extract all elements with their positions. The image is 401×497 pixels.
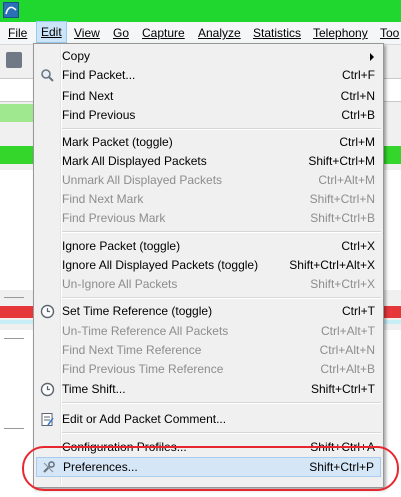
menu-item-unignore-all[interactable]: Un-Ignore All Packets Shift+Ctrl+X [36,275,381,294]
menu-statistics[interactable]: Statistics [249,22,305,44]
menu-item-label: Ignore All Displayed Packets (toggle) [62,258,259,272]
menu-item-shortcut: Ctrl+T [342,304,375,318]
menu-separator [62,297,381,299]
menu-item-ignore-all-displayed[interactable]: Ignore All Displayed Packets (toggle) Sh… [36,256,381,275]
menu-item-label: Find Next Mark [62,192,144,206]
edit-menu-dropdown: Copy Find Packet... Ctrl+F Find Next Ctr… [33,43,384,488]
search-icon [40,68,55,83]
menu-item-shortcut: Ctrl+Alt+N [319,343,375,357]
menu-analyze[interactable]: Analyze [194,22,245,44]
menu-view[interactable]: View [70,22,104,44]
menu-item-mark-packet[interactable]: Mark Packet (toggle) Ctrl+M [36,133,381,152]
submenu-arrow-icon [370,53,374,61]
menu-item-shortcut: Shift+Ctrl+M [308,154,375,168]
menu-item-label: Find Previous Mark [62,211,166,225]
clock-icon [40,382,55,397]
menu-separator [62,231,381,233]
menu-item-copy[interactable]: Copy [36,47,381,66]
menu-item-shortcut: Ctrl+N [340,89,375,103]
menu-item-find-next[interactable]: Find Next Ctrl+N [36,87,381,106]
menu-item-find-previous[interactable]: Find Previous Ctrl+B [36,106,381,125]
menu-separator [62,402,381,404]
menu-capture[interactable]: Capture [138,22,189,44]
menu-item-label: Find Previous Time Reference [62,362,224,376]
comment-icon [40,412,55,427]
menu-item-find-previous-time-reference[interactable]: Find Previous Time Reference Ctrl+Alt+B [36,360,381,379]
menu-item-find-next-time-reference[interactable]: Find Next Time Reference Ctrl+Alt+N [36,341,381,360]
menu-item-untime-reference-all[interactable]: Un-Time Reference All Packets Ctrl+Alt+T [36,322,381,341]
tree-line [4,428,24,429]
menu-separator [62,432,381,434]
wireshark-fin-icon [3,2,19,18]
menu-item-label: Mark Packet (toggle) [62,135,173,149]
menu-item-label: Find Next Time Reference [62,343,202,357]
menu-item-set-time-reference[interactable]: Set Time Reference (toggle) Ctrl+T [36,302,381,321]
menu-item-shortcut: Shift+Ctrl+N [309,192,375,206]
menu-item-label: Ignore Packet (toggle) [62,239,181,253]
menu-go[interactable]: Go [109,22,133,44]
menu-item-label: Mark All Displayed Packets [62,154,207,168]
menubar: File Edit View Go Capture Analyze Statis… [0,21,401,45]
menu-item-shortcut: Ctrl+Alt+M [318,173,375,187]
menu-item-packet-comment[interactable]: Edit or Add Packet Comment... [36,410,381,429]
menu-item-label: Find Next [62,89,114,103]
menu-file[interactable]: File [4,22,31,44]
toolbar-file-icon[interactable] [6,52,22,68]
menu-item-label: Set Time Reference (toggle) [62,304,213,318]
menu-item-find-previous-mark[interactable]: Find Previous Mark Shift+Ctrl+B [36,209,381,228]
menu-item-label: Find Packet... [62,68,136,82]
menu-item-mark-all-displayed[interactable]: Mark All Displayed Packets Shift+Ctrl+M [36,152,381,171]
menu-telephony[interactable]: Telephony [309,22,372,44]
menu-item-label: Time Shift... [62,382,126,396]
menu-item-label: Copy [62,49,91,63]
menu-item-label: Un-Time Reference All Packets [62,324,229,338]
menu-item-ignore-packet[interactable]: Ignore Packet (toggle) Ctrl+X [36,237,381,256]
menu-separator [62,128,381,130]
clock-icon [40,304,55,319]
menu-item-shortcut: Ctrl+F [342,68,375,82]
menu-item-find-next-mark[interactable]: Find Next Mark Shift+Ctrl+N [36,190,381,209]
menu-item-label: Un-Ignore All Packets [62,277,178,291]
menu-item-shortcut: Ctrl+Alt+T [320,324,375,338]
menu-item-shortcut: Shift+Ctrl+B [310,211,375,225]
tree-line [4,338,24,339]
tree-line [4,297,24,298]
menu-item-shortcut: Shift+Ctrl+Alt+X [289,258,375,272]
menu-item-shortcut: Ctrl+Alt+B [320,362,375,376]
menu-item-shortcut: Ctrl+M [339,135,375,149]
menu-item-shortcut: Shift+Ctrl+X [310,277,375,291]
menu-item-unmark-all-displayed[interactable]: Unmark All Displayed Packets Ctrl+Alt+M [36,171,381,190]
menu-edit[interactable]: Edit [36,21,67,43]
menu-item-find-packet[interactable]: Find Packet... Ctrl+F [36,66,381,85]
highlight-ring-annotation [22,446,399,491]
menu-item-shortcut: Ctrl+B [341,108,375,122]
menu-item-label: Unmark All Displayed Packets [62,173,223,187]
menu-item-label: Edit or Add Packet Comment... [62,412,227,426]
menu-item-label: Find Previous [62,108,136,122]
menu-item-time-shift[interactable]: Time Shift... Shift+Ctrl+T [36,380,381,399]
menu-item-shortcut: Ctrl+X [341,239,375,253]
menu-tools[interactable]: Too [376,22,401,44]
window-titlebar [0,0,401,22]
menu-item-shortcut: Shift+Ctrl+T [310,382,375,396]
